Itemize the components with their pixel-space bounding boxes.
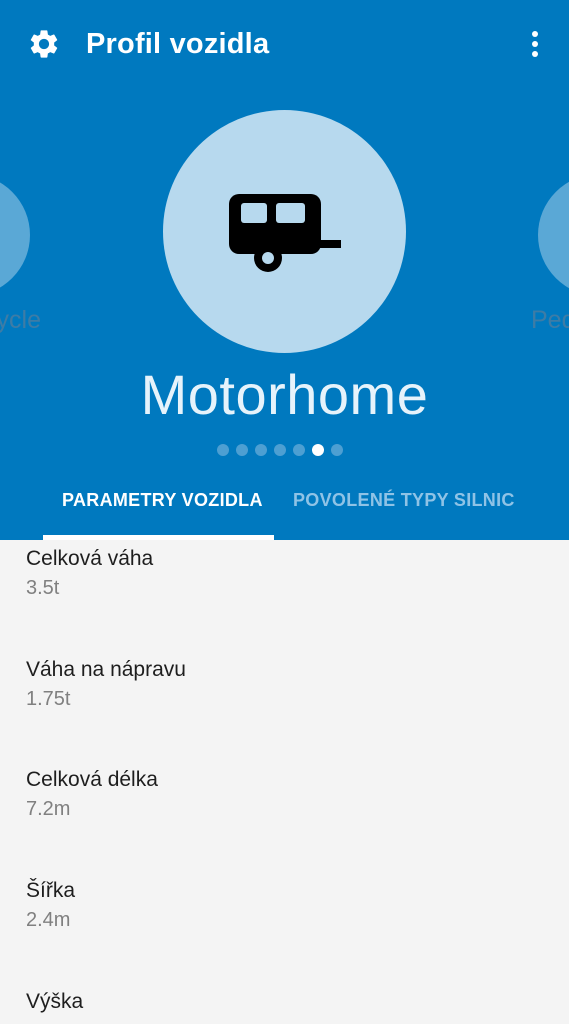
current-vehicle-circle[interactable] [163, 110, 406, 353]
param-label: Celková váha [26, 547, 154, 570]
page-dot [255, 444, 267, 456]
param-value: 1.75t [26, 688, 71, 710]
tab-vehicle-parameters[interactable]: PARAMETRY VOZIDLA [62, 490, 263, 511]
more-vert-icon [532, 31, 538, 57]
next-vehicle-circle[interactable] [538, 174, 569, 296]
settings-button[interactable] [24, 24, 64, 64]
selected-tab-indicator [43, 535, 274, 540]
page-dot [293, 444, 305, 456]
next-vehicle-label: Pedestrian [531, 306, 569, 334]
page-dot [274, 444, 286, 456]
param-label: Šířka [26, 879, 76, 902]
param-value: 2.4m [26, 909, 71, 931]
list-item-total-weight[interactable]: Celková váha 3.5t [26, 547, 153, 600]
vehicle-profile-header: Profil vozidla Bicycle Pedestrian Motorh… [0, 0, 569, 540]
param-value: 3.5t [26, 577, 60, 599]
list-item-total-length[interactable]: Celková délka 7.2m [26, 768, 158, 821]
list-item-axle-weight[interactable]: Váha na nápravu 1.75t [26, 658, 186, 711]
previous-vehicle-circle[interactable] [0, 174, 30, 296]
list-item-width[interactable]: Šířka 2.4m [26, 879, 75, 932]
vehicle-type-name: Motorhome [140, 363, 429, 426]
page-dot [217, 444, 229, 456]
page-title: Profil vozidla [86, 28, 270, 60]
param-label: Celková délka [26, 768, 158, 791]
tab-allowed-road-types[interactable]: POVOLENÉ TYPY SILNIC [293, 490, 515, 511]
param-label: Váha na nápravu [26, 658, 186, 681]
list-item-height[interactable]: Výška [26, 990, 83, 1020]
param-value: 7.2m [26, 798, 71, 820]
page-dot [236, 444, 248, 456]
page-dot [331, 444, 343, 456]
carousel-page-indicator [217, 444, 343, 456]
param-label: Výška [26, 990, 84, 1013]
overflow-menu-button[interactable] [515, 24, 555, 64]
gear-icon [30, 30, 58, 58]
previous-vehicle-label: Bicycle [0, 306, 41, 334]
caravan-icon [228, 193, 341, 272]
page-dot [312, 444, 324, 456]
